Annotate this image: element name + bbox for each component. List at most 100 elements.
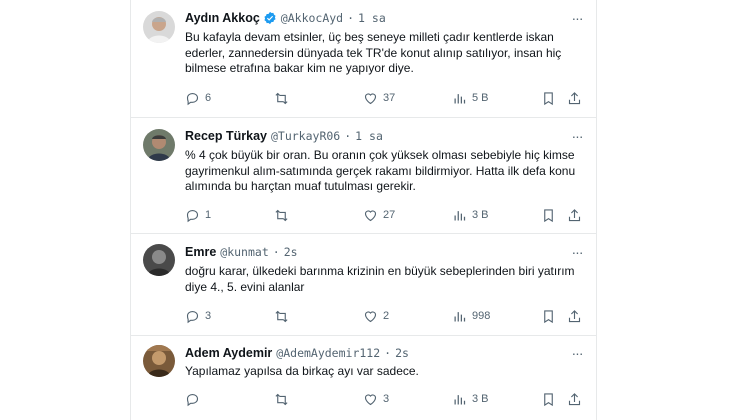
user-handle[interactable]: @TurkayR06 bbox=[271, 128, 340, 144]
like-count: 37 bbox=[383, 92, 396, 104]
like-button[interactable]: 3 bbox=[363, 390, 389, 408]
like-icon bbox=[364, 92, 377, 104]
timestamp[interactable]: 1 sa bbox=[358, 10, 386, 26]
like-icon bbox=[364, 393, 377, 405]
reply-icon bbox=[186, 92, 199, 105]
reply-count: 6 bbox=[205, 92, 212, 104]
tweet-aydin-akkoc[interactable]: Aydın Akkoç @AkkocAyd · 1 sa ··· Bu kafa… bbox=[131, 0, 596, 118]
tweet-header: Recep Türkay @TurkayR06 · 1 sa bbox=[185, 128, 383, 144]
tweet-adem-aydemir[interactable]: Adem Aydemir @AdemAydemir112 · 2s ··· Ya… bbox=[131, 336, 596, 420]
views-count: 3 B bbox=[472, 209, 489, 221]
retweet-button[interactable] bbox=[274, 89, 294, 107]
like-count: 27 bbox=[383, 209, 396, 221]
reply-button[interactable]: 3 bbox=[185, 307, 211, 325]
more-icon[interactable]: ··· bbox=[570, 10, 584, 26]
reply-button[interactable] bbox=[185, 390, 205, 408]
share-icon bbox=[568, 91, 581, 104]
reply-count: 3 bbox=[205, 310, 212, 322]
more-icon[interactable]: ··· bbox=[570, 128, 584, 144]
retweet-button[interactable] bbox=[274, 390, 294, 408]
views-button[interactable]: 5 B bbox=[452, 89, 489, 107]
share-icon bbox=[568, 309, 581, 322]
like-button[interactable]: 37 bbox=[363, 89, 395, 107]
share-button[interactable] bbox=[567, 89, 582, 107]
like-icon bbox=[364, 209, 377, 221]
display-name[interactable]: Aydın Akkoç bbox=[185, 10, 260, 26]
reply-icon bbox=[186, 393, 199, 406]
tweet-header: Emre @kunmat · 2s bbox=[185, 244, 298, 260]
user-handle[interactable]: @kunmat bbox=[220, 244, 268, 260]
like-icon bbox=[364, 310, 377, 322]
verified-icon bbox=[263, 11, 277, 25]
bookmark-icon bbox=[544, 392, 553, 406]
retweet-icon bbox=[275, 310, 288, 322]
tweet-actions: 6 37 5 B bbox=[185, 89, 584, 107]
share-button[interactable] bbox=[567, 206, 582, 224]
views-icon bbox=[454, 93, 466, 103]
reply-button[interactable]: 1 bbox=[185, 206, 211, 224]
views-count: 998 bbox=[472, 310, 491, 322]
like-count: 3 bbox=[383, 393, 390, 405]
retweet-icon bbox=[275, 393, 288, 405]
tweet-actions: 3 3 B bbox=[185, 390, 584, 408]
views-button[interactable]: 3 B bbox=[452, 206, 489, 224]
more-icon[interactable]: ··· bbox=[570, 345, 584, 361]
timestamp[interactable]: 2s bbox=[395, 345, 409, 361]
reply-button[interactable]: 6 bbox=[185, 89, 211, 107]
share-button[interactable] bbox=[567, 307, 582, 325]
share-icon bbox=[568, 208, 581, 221]
like-button[interactable]: 2 bbox=[363, 307, 389, 325]
separator-dot: · bbox=[272, 245, 280, 259]
tweet-text: % 4 çok büyük bir oran. Bu oranın çok yü… bbox=[185, 148, 576, 193]
bookmark-button[interactable] bbox=[541, 390, 556, 408]
views-button[interactable]: 3 B bbox=[452, 390, 489, 408]
views-count: 3 B bbox=[472, 393, 489, 405]
retweet-button[interactable] bbox=[274, 206, 294, 224]
reply-count: 1 bbox=[205, 209, 212, 221]
share-icon bbox=[568, 392, 581, 405]
views-icon bbox=[454, 311, 466, 321]
avatar[interactable] bbox=[143, 11, 175, 43]
views-button[interactable]: 998 bbox=[452, 307, 490, 325]
display-name[interactable]: Emre bbox=[185, 244, 216, 260]
tweet-actions: 3 2 998 bbox=[185, 307, 584, 325]
timestamp[interactable]: 2s bbox=[284, 244, 298, 260]
avatar[interactable] bbox=[143, 129, 175, 161]
reply-icon bbox=[186, 209, 199, 222]
separator-dot: · bbox=[384, 346, 392, 360]
tweet-actions: 1 27 3 B bbox=[185, 206, 584, 224]
display-name[interactable]: Recep Türkay bbox=[185, 128, 267, 144]
tweet-emre[interactable]: Emre @kunmat · 2s ··· doğru karar, ülked… bbox=[131, 234, 596, 336]
bookmark-button[interactable] bbox=[541, 307, 556, 325]
tweet-recep-turkay[interactable]: Recep Türkay @TurkayR06 · 1 sa ··· % 4 ç… bbox=[131, 118, 596, 234]
timestamp[interactable]: 1 sa bbox=[355, 128, 383, 144]
tweet-text: Yapılamaz yapılsa da birkaç ayı var sade… bbox=[185, 364, 419, 378]
reply-icon bbox=[186, 310, 199, 323]
more-icon[interactable]: ··· bbox=[570, 244, 584, 260]
retweet-icon bbox=[275, 92, 288, 104]
user-handle[interactable]: @AdemAydemir112 bbox=[276, 345, 380, 361]
avatar[interactable] bbox=[143, 345, 175, 377]
views-count: 5 B bbox=[472, 92, 489, 104]
bookmark-button[interactable] bbox=[541, 206, 556, 224]
retweet-button[interactable] bbox=[274, 307, 294, 325]
tweet-header: Adem Aydemir @AdemAydemir112 · 2s bbox=[185, 345, 409, 361]
bookmark-icon bbox=[544, 208, 553, 222]
views-icon bbox=[454, 210, 466, 220]
reply-feed: Aydın Akkoç @AkkocAyd · 1 sa ··· Bu kafa… bbox=[130, 0, 597, 420]
tweet-text: Bu kafayla devam etsinler, üç beş seneye… bbox=[185, 30, 562, 75]
like-count: 2 bbox=[383, 310, 390, 322]
bookmark-button[interactable] bbox=[541, 89, 556, 107]
bookmark-icon bbox=[544, 309, 553, 323]
share-button[interactable] bbox=[567, 390, 582, 408]
tweet-text: doğru karar, ülkedeki barınma krizinin e… bbox=[185, 264, 575, 294]
separator-dot: · bbox=[347, 11, 355, 25]
retweet-icon bbox=[275, 209, 288, 221]
views-icon bbox=[454, 394, 466, 404]
user-handle[interactable]: @AkkocAyd bbox=[281, 10, 343, 26]
tweet-header: Aydın Akkoç @AkkocAyd · 1 sa bbox=[185, 10, 386, 26]
avatar[interactable] bbox=[143, 244, 175, 276]
separator-dot: · bbox=[344, 129, 352, 143]
display-name[interactable]: Adem Aydemir bbox=[185, 345, 272, 361]
like-button[interactable]: 27 bbox=[363, 206, 395, 224]
